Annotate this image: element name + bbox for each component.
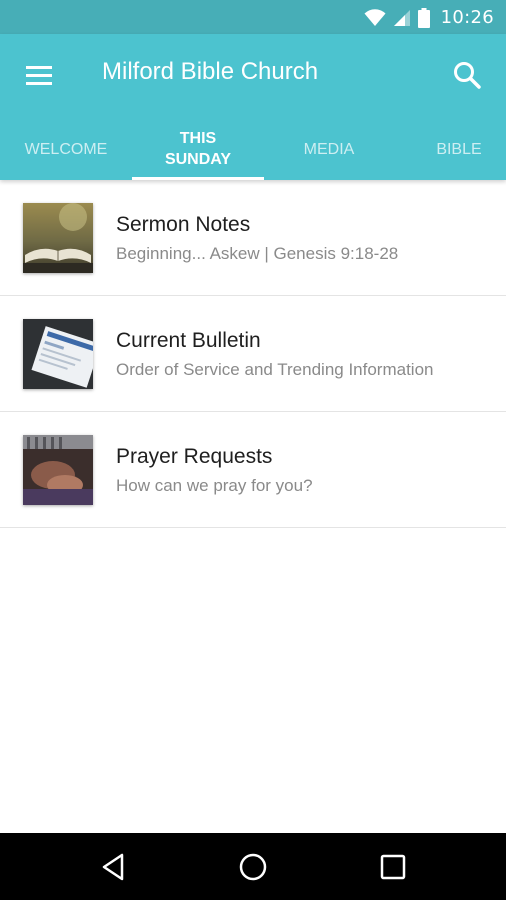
tab-bar: WELCOME THIS SUNDAY MEDIA BIBLE [0,118,506,180]
home-button[interactable] [237,851,269,883]
open-bible-thumbnail [23,203,93,273]
menu-icon [26,66,52,69]
cell-signal-icon [393,9,410,26]
search-icon [454,62,481,89]
item-subtitle: Beginning... Askew | Genesis 9:18-28 [116,244,399,263]
item-title: Prayer Requests [116,445,273,468]
list-item-prayer-requests[interactable]: Prayer Requests How can we pray for you? [0,412,506,528]
status-time: 10:26 [440,7,494,28]
recents-button[interactable] [377,851,409,883]
battery-icon [417,7,430,28]
tab-this-sunday[interactable]: THIS SUNDAY [132,118,264,180]
app-bar: Milford Bible Church WELCOME THIS SUNDAY… [0,34,506,180]
item-subtitle: Order of Service and Trending Informatio… [116,360,434,379]
wifi-icon [364,8,386,26]
app-title: Milford Bible Church [102,58,319,85]
tab-welcome[interactable]: WELCOME [0,118,132,180]
tab-media[interactable]: MEDIA [264,118,394,180]
menu-button[interactable] [26,63,54,87]
recents-square-icon [380,854,406,880]
list-item-sermon-notes[interactable]: Sermon Notes Beginning... Askew | Genesi… [0,180,506,296]
content-list: Sermon Notes Beginning... Askew | Genesi… [0,180,506,528]
item-title: Sermon Notes [116,213,251,236]
bulletin-thumbnail [23,319,93,389]
search-button[interactable] [452,60,484,92]
status-bar: 10:26 [0,0,506,34]
back-button[interactable] [99,851,131,883]
item-title: Current Bulletin [116,329,261,352]
back-triangle-icon [102,853,124,881]
home-circle-icon [239,853,267,881]
status-icons: 10:26 [364,7,494,28]
list-item-current-bulletin[interactable]: Current Bulletin Order of Service and Tr… [0,296,506,412]
tab-bible[interactable]: BIBLE [394,118,506,180]
system-nav-bar [0,833,506,900]
item-subtitle: How can we pray for you? [116,476,313,495]
praying-hands-thumbnail [23,435,93,505]
